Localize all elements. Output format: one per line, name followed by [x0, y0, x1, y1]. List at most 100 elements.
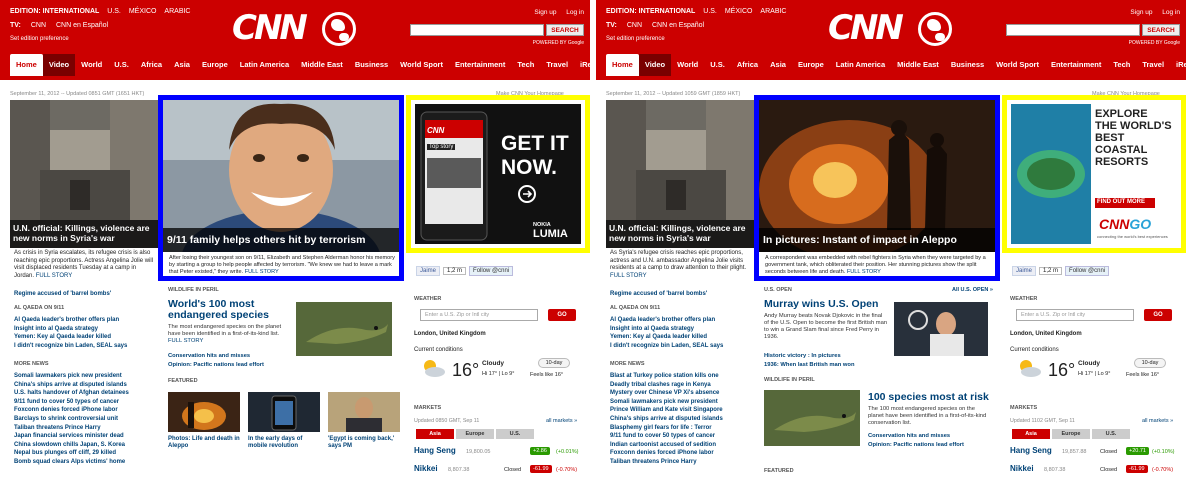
list-item[interactable]: Conservation hits and misses	[168, 352, 264, 361]
list-item[interactable]: China's ships arrive at disputed islands	[610, 415, 754, 424]
mid-headline[interactable]: Murray wins U.S. Open	[764, 299, 894, 310]
all-markets-link[interactable]: all markets »	[546, 418, 577, 424]
set-edition-link[interactable]: Set edition preference	[10, 36, 69, 42]
tab-europe[interactable]: Europe	[1052, 429, 1090, 439]
tab-asia[interactable]: Asia	[416, 429, 454, 439]
tv-link[interactable]: CNN en Español	[652, 22, 704, 29]
nav-travel[interactable]: Travel	[1136, 54, 1170, 76]
cnn-go-ad[interactable]: EXPLORE THE WORLD'S BEST COASTAL RESORTS…	[1011, 104, 1177, 244]
list-item[interactable]: Opinion: Pacific nations lead effort	[168, 361, 264, 370]
list-item[interactable]: Foxconn denies forced iPhone labor	[610, 449, 754, 458]
nav-tech[interactable]: Tech	[511, 54, 540, 76]
list-item[interactable]: Prince William and Kate visit Singapore	[610, 406, 754, 415]
list-item[interactable]: Yemen: Key al Qaeda leader killed	[14, 333, 158, 342]
list-item[interactable]: Foxconn denies forced iPhone labor	[14, 406, 158, 415]
list-item[interactable]: Insight into al Qaeda strategy	[610, 325, 754, 334]
edition-link[interactable]: U.S.	[107, 8, 121, 15]
nav-europe[interactable]: Europe	[792, 54, 830, 76]
list-item[interactable]: Blast at Turkey police station kills one	[610, 372, 754, 381]
edition-link[interactable]: ARABIC	[760, 8, 786, 15]
nav-business[interactable]: Business	[945, 54, 990, 76]
list-item[interactable]: U.S. halts handover of Afghan detainees	[14, 389, 158, 398]
nav-ireport[interactable]: iReport	[1170, 54, 1186, 76]
tab-asia[interactable]: Asia	[1012, 429, 1050, 439]
set-edition-link[interactable]: Set edition preference	[606, 36, 665, 42]
ten-day-button[interactable]: 10-day	[1134, 358, 1166, 368]
edition-link[interactable]: U.S.	[703, 8, 717, 15]
search-button[interactable]: SEARCH	[1142, 24, 1180, 36]
tv-link[interactable]: CNN	[31, 22, 46, 29]
list-item[interactable]: China slowdown chills Japan, S. Korea	[14, 441, 158, 450]
species-photo[interactable]	[764, 390, 860, 446]
lizard-photo[interactable]	[296, 302, 392, 356]
nav-business[interactable]: Business	[349, 54, 394, 76]
edition-link[interactable]: ARABIC	[164, 8, 190, 15]
tv-link[interactable]: CNN	[627, 22, 642, 29]
nav-home[interactable]: Home	[606, 54, 639, 76]
nav-home[interactable]: Home	[10, 54, 43, 76]
list-item[interactable]: Regime accused of 'barrel bombs'	[14, 290, 158, 299]
list-item[interactable]: I didn't recognize bin Laden, SEAL says	[610, 342, 754, 351]
weather-input[interactable]: Enter a U.S. Zip or Intl city	[1016, 309, 1134, 321]
featured-photo[interactable]	[328, 392, 400, 432]
nav-world[interactable]: World	[75, 54, 108, 76]
nav-world-sport[interactable]: World Sport	[990, 54, 1045, 76]
nav-world[interactable]: World	[671, 54, 704, 76]
tab-us[interactable]: U.S.	[1092, 429, 1130, 439]
edition-link[interactable]: MÉXICO	[129, 8, 157, 15]
nav-latin-america[interactable]: Latin America	[234, 54, 295, 76]
full-story-link[interactable]: FULL STORY	[610, 273, 647, 279]
list-item[interactable]: 9/11 fund to cover 50 types of cancer	[610, 432, 754, 441]
list-item[interactable]: I didn't recognize bin Laden, SEAL says	[14, 342, 158, 351]
list-item[interactable]: Nepal bus plunges off cliff, 29 killed	[14, 449, 158, 458]
market-name[interactable]: Hang Seng	[1010, 446, 1052, 455]
list-item[interactable]: Indian cartoonist accused of sedition	[610, 441, 754, 450]
list-item[interactable]: China's ships arrive at disputed islands	[14, 381, 158, 390]
list-item[interactable]: Regime accused of 'barrel bombs'	[610, 290, 754, 299]
list-item[interactable]: Al Qaeda leader's brother offers plan	[610, 316, 754, 325]
list-item[interactable]: Opinion: Pacific nations lead effort	[868, 441, 964, 450]
lead-headline[interactable]: U.N. official: Killings, violence are ne…	[606, 220, 754, 248]
nav-europe[interactable]: Europe	[196, 54, 234, 76]
featured-caption[interactable]: In the early days of mobile revolution	[248, 436, 320, 450]
nav-world-sport[interactable]: World Sport	[394, 54, 449, 76]
list-item[interactable]: Insight into al Qaeda strategy	[14, 325, 158, 334]
tab-europe[interactable]: Europe	[456, 429, 494, 439]
all-markets-link[interactable]: all markets »	[1142, 418, 1173, 424]
feature-headline[interactable]: 9/11 family helps others hit by terroris…	[163, 228, 399, 252]
edition-link[interactable]: MÉXICO	[725, 8, 753, 15]
featured-caption[interactable]: Photos: Life and death in Aleppo	[168, 436, 240, 450]
full-story-link[interactable]: FULL STORY	[847, 269, 881, 275]
list-item[interactable]: Mystery over Chinese VP Xi's absence	[610, 389, 754, 398]
market-name[interactable]: Nikkei	[414, 464, 438, 473]
nav-asia[interactable]: Asia	[764, 54, 792, 76]
weather-input[interactable]: Enter a U.S. Zip or Intl city	[420, 309, 538, 321]
list-item[interactable]: Taliban threatens Prince Harry	[610, 458, 754, 467]
market-name[interactable]: Hang Seng	[414, 446, 456, 455]
mid-headline[interactable]: World's 100 most endangered species	[168, 299, 292, 321]
cnn-logo[interactable]: CNN	[232, 8, 356, 48]
nav-africa[interactable]: Africa	[731, 54, 764, 76]
nav-us[interactable]: U.S.	[108, 54, 135, 76]
featured-photo[interactable]	[168, 392, 240, 432]
cnn-logo[interactable]: CNN	[828, 8, 952, 48]
list-item[interactable]: Somali lawmakers pick new president	[14, 372, 158, 381]
nav-middle-east[interactable]: Middle East	[295, 54, 349, 76]
ten-day-button[interactable]: 10-day	[538, 358, 570, 368]
nav-latin-america[interactable]: Latin America	[830, 54, 891, 76]
search-button[interactable]: SEARCH	[546, 24, 584, 36]
nav-asia[interactable]: Asia	[168, 54, 196, 76]
list-item[interactable]: Barclays to shrink controversial unit	[14, 415, 158, 424]
nav-travel[interactable]: Travel	[540, 54, 574, 76]
nav-entertainment[interactable]: Entertainment	[1045, 54, 1107, 76]
tennis-photo[interactable]	[894, 302, 988, 356]
nav-video[interactable]: Video	[42, 54, 76, 76]
feature-headline[interactable]: In pictures: Instant of impact in Aleppo	[759, 228, 995, 252]
list-item[interactable]: Bomb squad clears Alps victims' home	[14, 458, 158, 467]
weather-go-button[interactable]: GO	[1144, 309, 1172, 321]
search-input[interactable]	[410, 24, 544, 36]
full-story-link[interactable]: FULL STORY	[36, 273, 73, 279]
tab-us[interactable]: U.S.	[496, 429, 534, 439]
nav-us[interactable]: U.S.	[704, 54, 731, 76]
list-item[interactable]: Taliban threatens Prince Harry	[14, 424, 158, 433]
